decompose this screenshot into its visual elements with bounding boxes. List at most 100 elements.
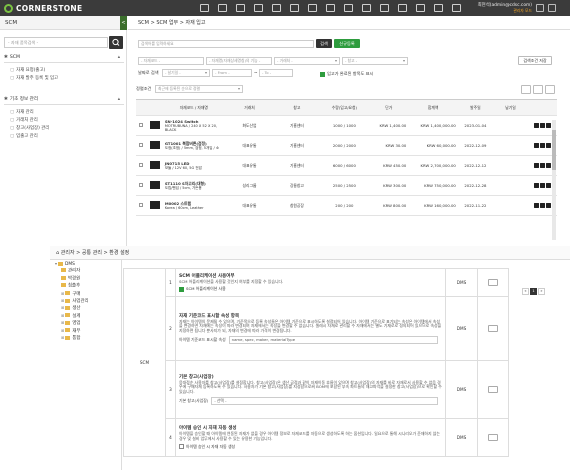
table-row[interactable]: GT1001 복합버튼(검정) 도정(초정) / 5mm, 검정, 5개입 / 소… <box>136 135 557 156</box>
material-cell[interactable]: SN-1024 Switch MOTRUBUNA / 240 X 52 X 20,… <box>162 115 225 136</box>
user-icon[interactable] <box>434 4 443 12</box>
sidebar-item-warehouse-mgmt[interactable]: ▢ 창고(사업장) 관리 <box>10 125 49 132</box>
delete-icon[interactable] <box>545 162 551 168</box>
date-type-select[interactable]: - 날기일 - <box>162 69 210 77</box>
setting-checkbox[interactable]: 아이템 승인 시 자재 자동 생성 <box>179 444 442 450</box>
setting-field-input[interactable]: - 선택 - <box>211 397 438 406</box>
save-search-condition-button[interactable]: 검색조건 저장 <box>518 56 552 65</box>
material-code[interactable]: M0002 스트랩 <box>165 201 191 206</box>
edit-icon[interactable] <box>539 162 545 168</box>
table-row[interactable]: ST1110 S자고리(대형) 도립/팬섭 / 5cm, 가든용 성리그룹 강릉창고 2… <box>136 175 557 196</box>
money-icon[interactable] <box>326 4 335 12</box>
row-checkbox[interactable] <box>139 163 144 167</box>
sidebar-item-material-request[interactable]: ▢ 자재 요청(출고) <box>10 67 45 74</box>
apply-arrow-button[interactable] <box>488 386 498 393</box>
sort-select[interactable]: 최근에 등록된 순으로 정렬 <box>155 85 243 93</box>
cart-icon[interactable] <box>398 4 407 12</box>
delete-icon[interactable] <box>545 122 551 128</box>
tree-node[interactable]: ⊞ 영업 <box>61 320 80 327</box>
page-button[interactable]: » <box>538 288 545 295</box>
warehouse-filter[interactable]: - 창고 - <box>342 57 408 65</box>
settings-icon[interactable] <box>548 4 556 12</box>
sidebar-item-material-order[interactable]: ▢ 자재 발주 등록 및 입고 <box>10 75 58 82</box>
truck-icon[interactable] <box>254 4 263 12</box>
tree-node[interactable]: 박경원 <box>61 275 80 283</box>
edit-icon[interactable] <box>539 202 545 208</box>
date-to-input[interactable]: - To - <box>259 69 293 77</box>
box-icon[interactable] <box>272 4 281 12</box>
chart-icon[interactable] <box>290 4 299 12</box>
keyword-search-input[interactable]: 검색어를 입력하세요 <box>138 40 314 48</box>
material-cell[interactable]: ST1110 S자고리(대형) 도립/팬섭 / 5cm, 가든용 <box>162 175 225 196</box>
material-cell[interactable]: JN0715 LED 모듈 / 12V 60, 5G 전압 <box>162 155 225 176</box>
material-code[interactable]: GT1001 복합버튼(검정) <box>165 141 207 146</box>
row-checkbox-cell[interactable] <box>136 155 147 176</box>
user-info[interactable]: 최현석(admin@cdsc.com) 관리자 모드 <box>478 3 532 13</box>
sidebar-section-basic-info[interactable]: ✱ 기초 정보 관리 ▴ <box>4 95 124 105</box>
phone-icon[interactable] <box>533 142 539 148</box>
tree-toggle-icon[interactable]: ⊞ <box>61 291 64 296</box>
tree-toggle-icon[interactable]: ⊞ <box>61 298 64 303</box>
tree-toggle-icon[interactable]: ⊞ <box>61 320 64 325</box>
tree-node[interactable]: ⊞ 생산 <box>61 305 80 312</box>
sidebar-item-inout-mgmt[interactable]: ▢ 입출고 관리 <box>10 133 38 140</box>
sidebar-item-vendor-mgmt[interactable]: ▢ 거래처 관리 <box>10 117 38 124</box>
material-code[interactable]: SN-1024 Switch <box>165 119 199 124</box>
scroll-thumb[interactable] <box>552 130 556 170</box>
tree-node[interactable]: ⊞ 사업관리 <box>61 298 89 305</box>
tree-node[interactable]: 침출후 <box>61 283 80 290</box>
sidebar-item-material-mgmt[interactable]: ▢ 자재 관리 <box>10 109 34 116</box>
phone-icon[interactable] <box>533 182 539 188</box>
search-submit-button[interactable]: 검색 <box>316 39 332 48</box>
apply-arrow-button[interactable] <box>488 325 498 332</box>
tree-node[interactable]: ⊞ 구매 <box>61 291 80 298</box>
tree-toggle-icon[interactable]: ▾ <box>55 261 57 266</box>
page-button[interactable]: « <box>522 288 529 295</box>
tree-toggle-icon[interactable]: ⊞ <box>61 335 64 340</box>
row-checkbox-cell[interactable] <box>136 115 147 136</box>
tree-node[interactable]: ⊞ 통합 <box>61 335 80 342</box>
delete-icon[interactable] <box>545 182 551 188</box>
edit-icon[interactable] <box>539 142 545 148</box>
phone-icon[interactable] <box>533 122 539 128</box>
register-button[interactable]: 신규등록 <box>334 39 360 48</box>
vendor-filter[interactable]: - 거래처 - <box>274 57 340 65</box>
material-code[interactable]: JN0715 LED <box>165 161 190 166</box>
row-checkbox[interactable] <box>139 203 144 207</box>
table-row[interactable]: M0002 스트랩 Korea / 60cm, Leather 대표유통 창원공장 20… <box>136 195 557 216</box>
gear-icon[interactable] <box>416 4 425 12</box>
checkbox-checked-icon[interactable] <box>179 286 184 292</box>
apply-arrow-button[interactable] <box>488 434 498 441</box>
row-checkbox[interactable] <box>139 183 144 187</box>
checkbox-icon[interactable] <box>179 444 184 450</box>
delete-icon[interactable] <box>545 142 551 148</box>
material-code[interactable]: ST1110 S자고리(대형) <box>165 181 206 186</box>
doc-icon[interactable] <box>236 4 245 12</box>
setting-checkbox[interactable]: SCM 어플리케이션 사용 <box>179 286 442 292</box>
delete-icon[interactable] <box>545 202 551 208</box>
sidebar-section-scm[interactable]: ✱ SCM ▴ <box>4 53 124 63</box>
search-button[interactable] <box>109 36 123 49</box>
row-checkbox[interactable] <box>139 143 144 147</box>
logout-icon[interactable] <box>536 4 544 12</box>
print-icon[interactable] <box>533 85 543 94</box>
layers-icon[interactable] <box>380 4 389 12</box>
tree-node[interactable]: ⊞ 설계 <box>61 313 80 320</box>
page-button[interactable]: 1 <box>530 288 537 295</box>
material-search-input[interactable]: - 자재 품목검색 - <box>4 37 108 48</box>
tree-node[interactable]: ⊞ 재무 <box>61 328 80 335</box>
row-checkbox[interactable] <box>139 123 144 127</box>
material-cell[interactable]: GT1001 복합버튼(검정) 도정(초정) / 5mm, 검정, 5개입 / 소 <box>162 135 225 156</box>
show-completed-checkbox[interactable]: 입고가 완료된 항목도 표시 <box>320 70 373 78</box>
tree-node[interactable]: ▾ DMS <box>55 261 75 268</box>
sidebar-collapse-tab[interactable]: < <box>120 16 127 30</box>
setting-field-input[interactable]: name, spec, maker, materialType <box>228 336 438 345</box>
tree-toggle-icon[interactable]: ⊞ <box>61 305 64 310</box>
refresh-icon[interactable] <box>521 85 531 94</box>
material-code-filter[interactable]: - 자재코드 - <box>138 57 204 65</box>
table-row[interactable]: JN0715 LED 모듈 / 12V 60, 5G 전압 대표유통 기흥센터 6000… <box>136 155 557 176</box>
phone-icon[interactable] <box>533 202 539 208</box>
car-icon[interactable] <box>344 4 353 12</box>
material-name-filter[interactable]: - 자재명(자재상세명칭)의 기능 - <box>206 57 272 65</box>
tree-node[interactable]: 관리자 <box>61 268 80 275</box>
